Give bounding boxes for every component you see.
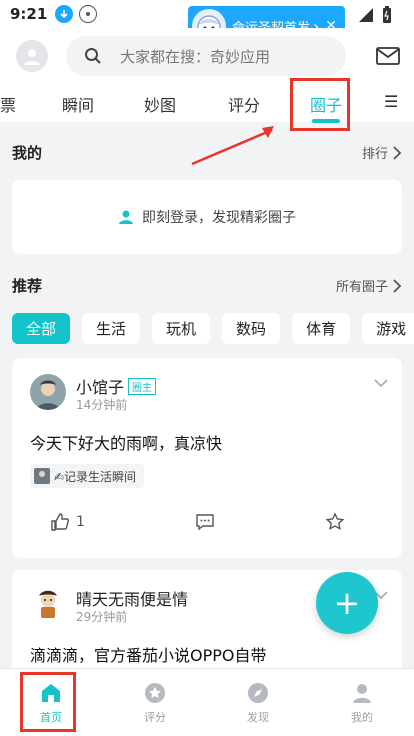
chip-life[interactable]: 生活 <box>82 313 141 344</box>
thumbs-up-icon <box>51 513 69 531</box>
rating-icon <box>145 683 165 703</box>
chip-all[interactable]: 全部 <box>12 313 71 344</box>
category-chips: 全部 生活 玩机 数码 体育 游戏 <box>12 313 414 345</box>
top-tabs: 票 瞬间 妙图 评分 圈子 ☰ <box>0 84 414 123</box>
post-actions: 1 <box>12 512 402 536</box>
nav-ratings-label: 评分 <box>144 711 166 724</box>
user-avatar[interactable] <box>16 40 48 72</box>
my-section-header: 我的 排行 <box>12 142 402 163</box>
star-icon <box>325 512 345 531</box>
post-card[interactable]: 小馆子 圈主 14分钟前 今天下好大的雨啊，真凉快 ✍记录生活瞬间 1 <box>12 358 402 558</box>
create-post-button[interactable]: + <box>316 572 378 634</box>
tab-ratings[interactable]: 评分 <box>228 92 260 116</box>
download-icon <box>55 5 74 23</box>
recommend-section-header: 推荐 所有圈子 <box>12 275 402 296</box>
mail-icon[interactable] <box>376 47 400 65</box>
nav-profile-label: 我的 <box>351 711 373 724</box>
nav-profile[interactable]: 我的 <box>327 681 397 725</box>
all-circles-link[interactable]: 所有圈子 <box>336 276 402 295</box>
battery-icon <box>382 6 392 28</box>
login-prompt-text: 即刻登录，发现精彩圈子 <box>142 210 296 226</box>
search-placeholder: 大家都在搜：奇妙应用 <box>120 47 271 66</box>
profile-icon <box>353 684 371 703</box>
chip-phone[interactable]: 玩机 <box>152 313 211 344</box>
chevron-right-icon <box>393 145 402 160</box>
owner-badge: 圈主 <box>128 378 157 395</box>
annotation-box-home-nav <box>20 672 76 732</box>
search-bar[interactable]: 大家都在搜：奇妙应用 <box>66 36 346 76</box>
ranking-label: 排行 <box>361 147 388 162</box>
shield-icon <box>79 5 98 23</box>
post-time: 29分钟前 <box>76 610 128 624</box>
chip-digital[interactable]: 数码 <box>222 313 281 344</box>
like-button[interactable]: 1 <box>50 512 85 532</box>
chevron-down-icon[interactable] <box>374 378 388 388</box>
favorite-button[interactable] <box>325 512 345 532</box>
nav-ratings[interactable]: 评分 <box>120 681 190 725</box>
signal-icon <box>358 7 374 27</box>
login-card[interactable]: 即刻登录，发现精彩圈子 <box>12 180 402 254</box>
like-count: 1 <box>76 514 85 530</box>
post-author-avatar[interactable] <box>30 586 66 622</box>
nav-discover[interactable]: 发现 <box>223 681 293 725</box>
chip-games[interactable]: 游戏 <box>362 313 414 344</box>
menu-icon[interactable]: ☰ <box>384 92 398 111</box>
comment-button[interactable] <box>195 512 215 532</box>
post-author-avatar[interactable] <box>30 374 66 410</box>
topic-thumbnail-icon <box>34 468 50 484</box>
post-content: 滴滴滴，官方番茄小说OPPO自带 <box>30 646 267 665</box>
post-time: 14分钟前 <box>76 398 128 412</box>
post-author-name[interactable]: 小馆子 圈主 <box>76 374 157 398</box>
person-icon <box>119 210 133 224</box>
search-icon <box>84 47 102 65</box>
tab-ticket[interactable]: 票 <box>0 92 16 116</box>
tab-pictures[interactable]: 妙图 <box>144 92 176 116</box>
recommend-section-title: 推荐 <box>12 277 43 295</box>
topic-tag-label: ✍记录生活瞬间 <box>54 469 137 484</box>
tab-moments[interactable]: 瞬间 <box>62 92 94 116</box>
post-author-name[interactable]: 晴天无雨便是情 <box>76 586 188 610</box>
post-content: 今天下好大的雨啊，真凉快 <box>30 434 223 453</box>
ranking-link[interactable]: 排行 <box>362 143 402 162</box>
nav-discover-label: 发现 <box>247 711 269 724</box>
annotation-box-circles-tab <box>290 78 350 131</box>
post-topic-tag[interactable]: ✍记录生活瞬间 <box>30 464 145 488</box>
chip-sports[interactable]: 体育 <box>292 313 351 344</box>
status-time: 9:21 <box>10 5 48 23</box>
top-header: 大家都在搜：奇妙应用 <box>0 28 414 84</box>
chevron-right-icon <box>393 278 402 293</box>
my-section-title: 我的 <box>12 144 43 162</box>
all-circles-label: 所有圈子 <box>335 280 388 295</box>
comment-icon <box>196 514 214 531</box>
compass-icon <box>248 683 268 703</box>
